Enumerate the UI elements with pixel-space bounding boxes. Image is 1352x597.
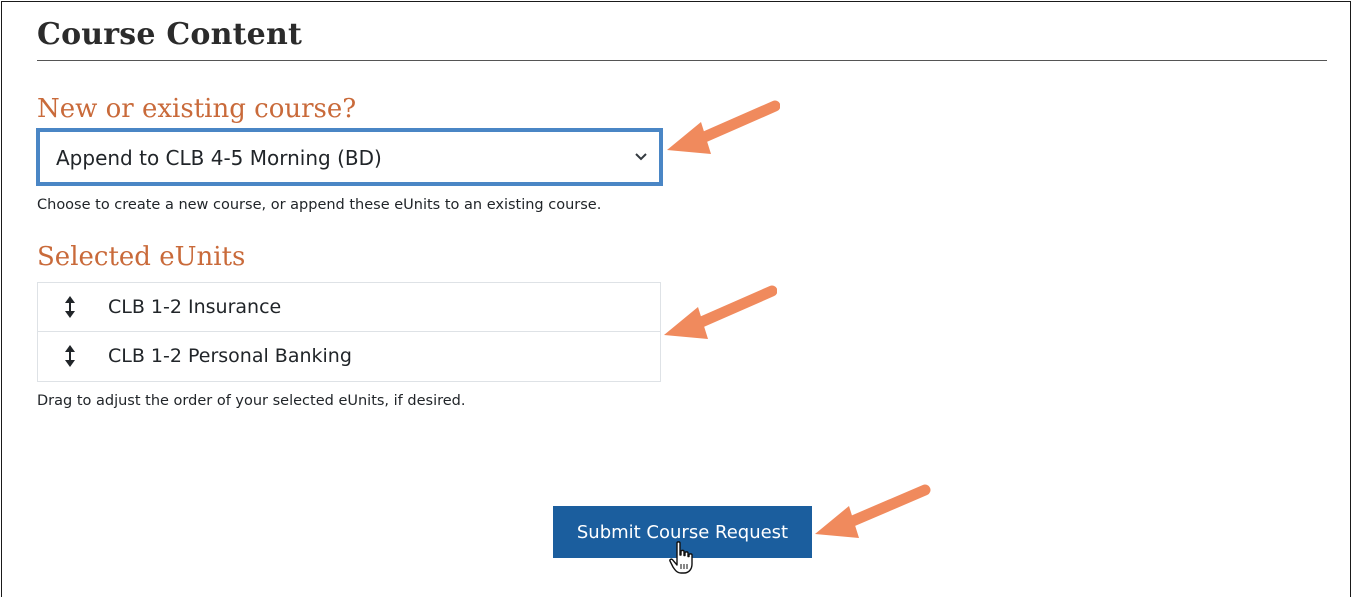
selected-units-list: CLB 1-2 Insurance CLB 1-2 Personal Banki…: [37, 282, 661, 382]
drag-vertical-arrows-icon[interactable]: [63, 344, 77, 368]
course-choice-label: New or existing course?: [37, 94, 357, 124]
annotation-arrow-icon: [815, 484, 931, 538]
list-item[interactable]: CLB 1-2 Personal Banking: [38, 332, 660, 381]
annotation-arrow-icon: [667, 100, 780, 154]
selected-units-help: Drag to adjust the order of your selecte…: [37, 393, 466, 409]
drag-vertical-arrows-icon[interactable]: [63, 295, 77, 319]
course-select-value: Append to CLB 4-5 Morning (BD): [56, 146, 382, 170]
section-title: Course Content: [37, 17, 303, 52]
section-divider: [37, 60, 1327, 61]
course-choice-help: Choose to create a new course, or append…: [37, 197, 602, 213]
unit-label: CLB 1-2 Insurance: [108, 296, 282, 318]
hand-pointer-icon: [669, 541, 693, 574]
chevron-down-icon: [635, 153, 647, 161]
selected-units-label: Selected eUnits: [37, 242, 246, 272]
list-item[interactable]: CLB 1-2 Insurance: [38, 283, 660, 332]
annotation-arrow-icon: [664, 285, 777, 339]
unit-label: CLB 1-2 Personal Banking: [108, 345, 352, 367]
course-select[interactable]: Append to CLB 4-5 Morning (BD): [36, 128, 663, 186]
